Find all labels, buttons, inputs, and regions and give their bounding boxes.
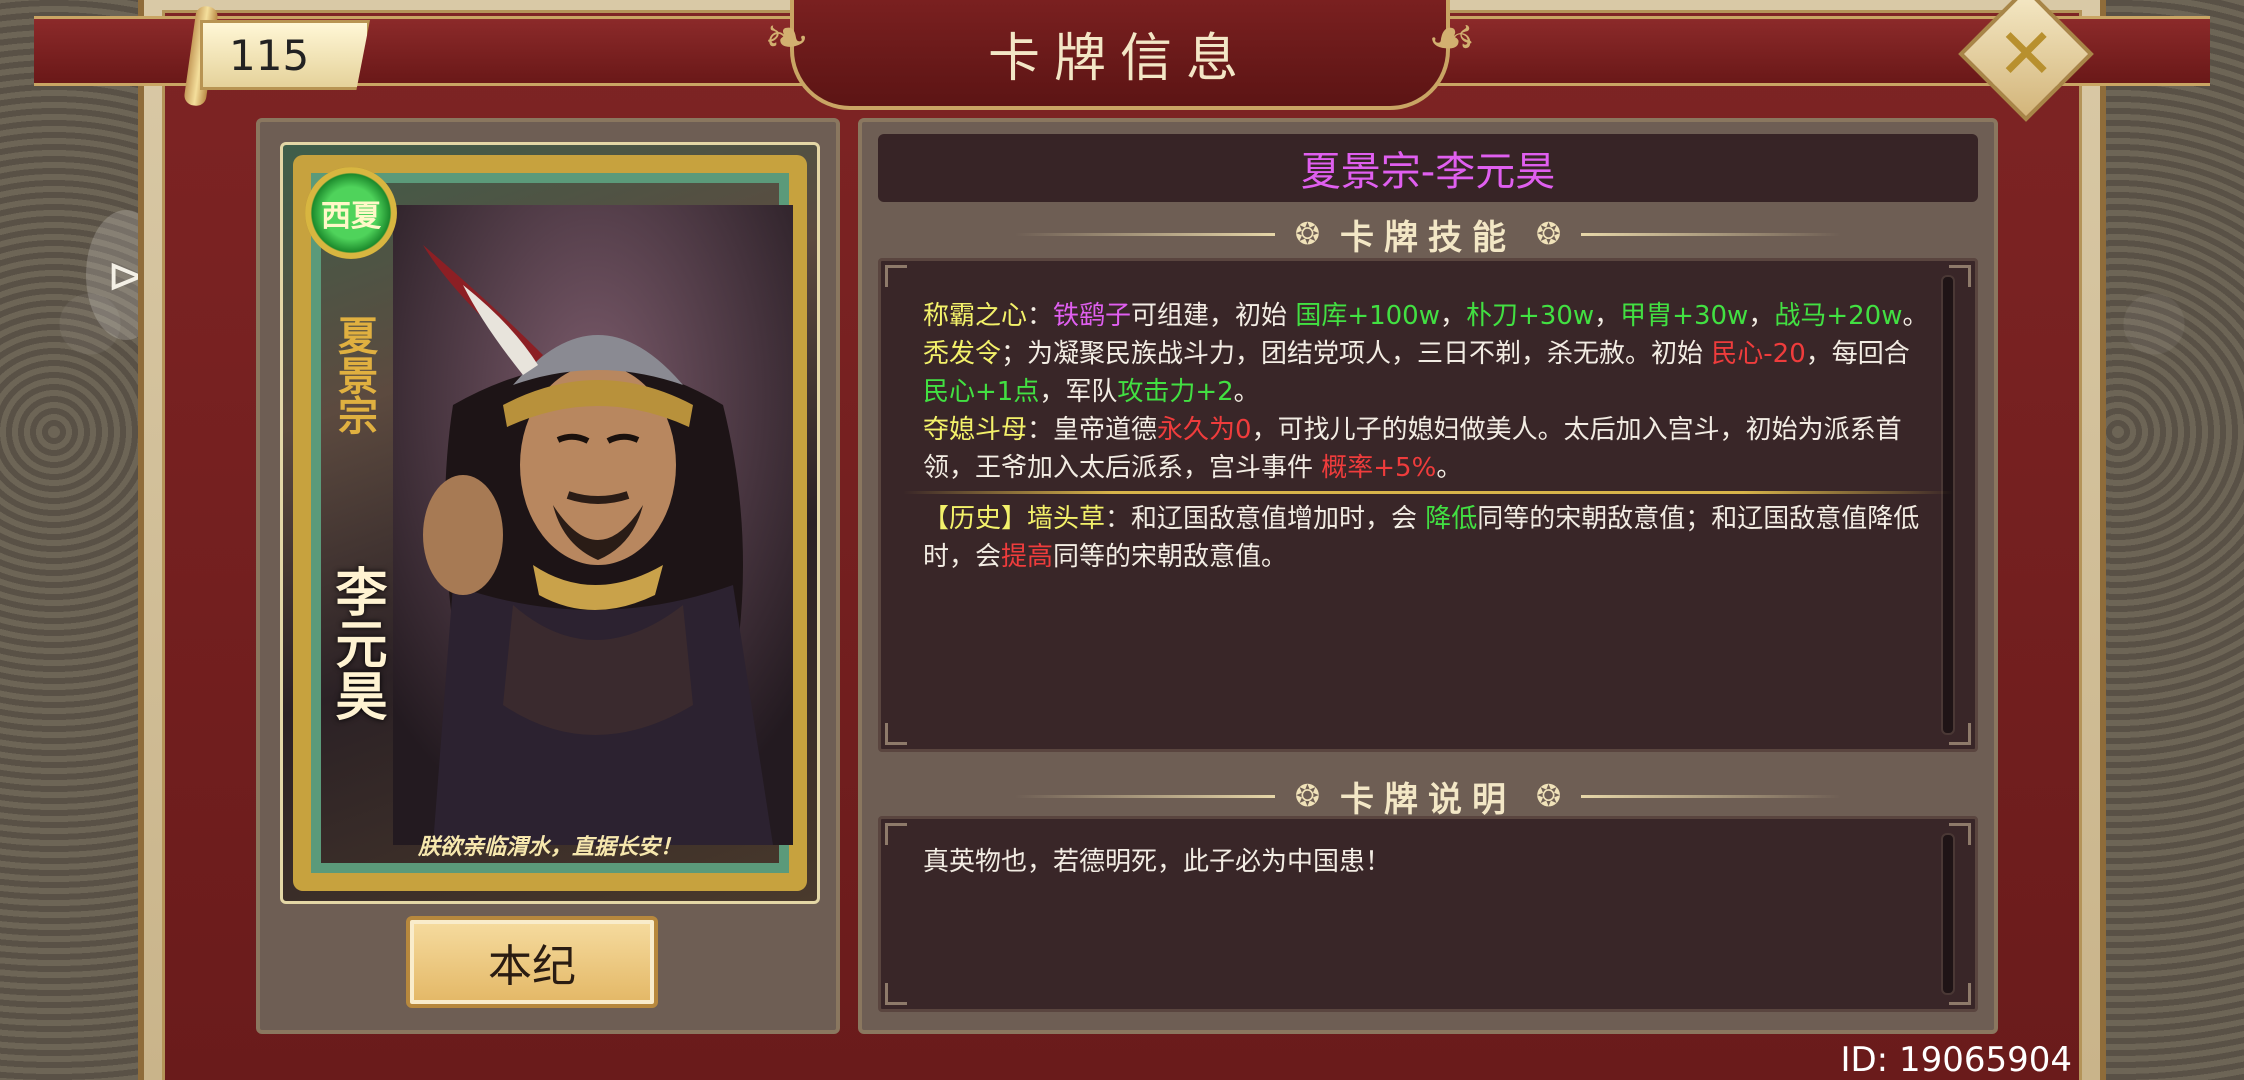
title-plate: ❧ 卡牌信息 ☙ xyxy=(764,0,1476,110)
skill-item: 秃发令；为凝聚民族战斗力，团结党项人，三日不剃，杀无赦。初始 民心-20，每回合… xyxy=(923,335,1933,411)
history-divider xyxy=(903,491,1953,494)
card-dynasty-text: 夏景宗 xyxy=(331,315,378,435)
skill-text-segment: 夺媳斗母 xyxy=(923,415,1028,445)
skill-text-segment: 秃发令 xyxy=(923,339,1002,369)
description-textbox[interactable]: 真英物也，若德明死，此子必为中国患！ xyxy=(878,816,1978,1012)
title-curl-right-icon: ☙ xyxy=(1427,6,1476,69)
skill-text-segment: 。 xyxy=(1436,453,1463,483)
description-text: 真英物也，若德明死，此子必为中国患！ xyxy=(923,847,1392,877)
description-header-text: 卡牌说明 xyxy=(1340,779,1516,820)
skills-textbox[interactable]: 称霸之心：铁鹞子可组建，初始 国库+100w，朴刀+30w，甲胄+30w，战马+… xyxy=(878,258,1978,752)
skill-text-segment: 甲胄+30w xyxy=(1620,301,1749,331)
card-name-bar: 夏景宗-李元昊 xyxy=(878,134,1978,202)
skill-text-segment: 同等的宋朝敌意值。 xyxy=(1053,542,1288,572)
divider-line-left xyxy=(1014,232,1275,236)
close-icon: ✕ xyxy=(1996,13,2056,95)
detail-panel: 夏景宗-李元昊 ❂ 卡牌技能 ❂ 称霸之心：铁鹞子可组建，初始 国库+100w，… xyxy=(858,118,1998,1034)
skill-text-segment: ，军队 xyxy=(1039,377,1118,407)
swirl-right-icon: ❂ xyxy=(1536,778,1562,814)
card-name-text: 李元昊 xyxy=(326,565,387,721)
skill-text-segment: 。 xyxy=(1902,301,1929,331)
skill-text-segment: ，每回合 xyxy=(1805,339,1910,369)
swirl-left-icon: ❂ xyxy=(1294,778,1320,814)
skill-text-segment: ；为凝聚民族战斗力，团结党项人，三日不剃，杀无赦。初始 xyxy=(1001,339,1712,369)
skill-text-segment: 朴刀+30w xyxy=(1466,301,1595,331)
swirl-right-icon: ❂ xyxy=(1536,216,1562,252)
skill-text-segment: 降低 xyxy=(1425,504,1478,534)
swirl-left-icon: ❂ xyxy=(1294,216,1320,252)
skill-text-segment: 战马+20w xyxy=(1774,301,1903,331)
title-curl-left-icon: ❧ xyxy=(764,6,810,69)
description-scrollbar[interactable] xyxy=(1941,833,1955,995)
corner-ornament xyxy=(885,823,907,845)
bio-button[interactable]: 本纪 xyxy=(406,916,658,1008)
skill-text-segment: 永久为0 xyxy=(1157,415,1252,445)
dynasty-emblem: 西夏 xyxy=(305,167,397,259)
skill-text-segment: 可组建，初始 xyxy=(1131,301,1296,331)
skill-text-segment: 概率+5% xyxy=(1321,453,1437,483)
skill-text-segment: 。 xyxy=(1233,377,1260,407)
skills-list: 称霸之心：铁鹞子可组建，初始 国库+100w，朴刀+30w，甲胄+30w，战马+… xyxy=(903,297,1953,576)
skill-text-segment: ：皇帝道德 xyxy=(1027,415,1158,445)
character-card[interactable]: 西夏 夏景宗 李元昊 朕欲亲临渭水，直据长安！ xyxy=(280,142,820,904)
skills-header-text: 卡牌技能 xyxy=(1340,217,1516,258)
card-full-name: 夏景宗-李元昊 xyxy=(1300,149,1556,195)
divider-line-right xyxy=(1581,794,1842,798)
history-item: 【历史】墙头草：和辽国敌意值增加时，会 降低同等的宋朝敌意值；和辽国敌意值降低时… xyxy=(923,500,1933,576)
user-id: ID: 19065904 xyxy=(1840,1040,2072,1080)
skill-text-segment: ：和辽国敌意值增加时，会 xyxy=(1105,504,1426,534)
skill-item: 夺媳斗母：皇帝道德永久为0，可找儿子的媳妇做美人。太后加入宫斗，初始为派系首领，… xyxy=(923,411,1933,487)
portrait-image xyxy=(393,205,793,845)
skill-text-segment: ： xyxy=(1027,301,1054,331)
skill-text-segment: 铁鹞子 xyxy=(1053,301,1132,331)
skill-text-segment: 称霸之心 xyxy=(923,301,1028,331)
skills-section-header: ❂ 卡牌技能 ❂ xyxy=(862,204,1994,264)
corner-ornament xyxy=(885,723,907,745)
skill-text-segment: 攻击力+2 xyxy=(1117,377,1234,407)
skill-text-segment: 【历史】墙头草 xyxy=(923,504,1106,534)
skill-text-segment: 国库+100w xyxy=(1295,301,1440,331)
skill-text-segment: 民心+1点 xyxy=(923,377,1040,407)
divider-line-left xyxy=(1014,794,1275,798)
level-badge: 115 xyxy=(200,20,370,90)
skill-text-segment: ， xyxy=(1748,301,1775,331)
page-title: 卡牌信息 xyxy=(987,28,1252,89)
skill-text-segment: 民心-20 xyxy=(1711,339,1806,369)
corner-ornament xyxy=(885,983,907,1005)
corner-ornament xyxy=(885,265,907,287)
divider-line-right xyxy=(1581,232,1842,236)
skills-scrollbar[interactable] xyxy=(1941,275,1955,735)
skill-text-segment: 提高 xyxy=(1001,542,1054,572)
card-panel: 西夏 夏景宗 李元昊 朕欲亲临渭水，直据长安！ 本纪 xyxy=(256,118,840,1034)
skill-text-segment: ， xyxy=(1594,301,1621,331)
skill-item: 称霸之心：铁鹞子可组建，初始 国库+100w，朴刀+30w，甲胄+30w，战马+… xyxy=(923,297,1933,335)
skill-text-segment: ， xyxy=(1440,301,1467,331)
card-quote: 朕欲亲临渭水，直据长安！ xyxy=(417,834,682,860)
